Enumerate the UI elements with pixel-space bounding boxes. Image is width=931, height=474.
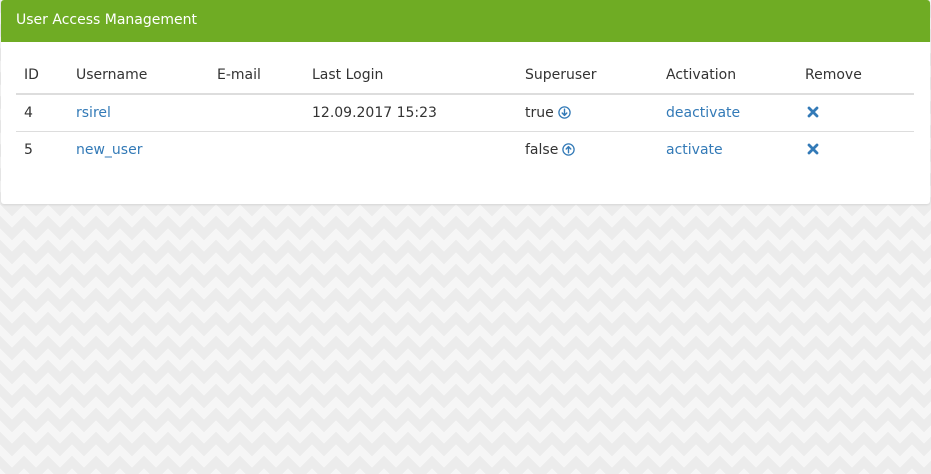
users-table: ID Username E-mail Last Login Superuser … <box>16 57 914 168</box>
column-header-username: Username <box>68 57 209 95</box>
username-cell: new_user <box>68 132 209 169</box>
email-cell <box>209 132 304 169</box>
table-row: 4 rsirel 12.09.2017 15:23 true deactivat… <box>16 94 914 132</box>
column-header-email: E-mail <box>209 57 304 95</box>
remove-x-icon[interactable] <box>807 143 819 155</box>
table-row: 5 new_user false activate <box>16 132 914 169</box>
remove-cell <box>797 94 914 132</box>
remove-x-icon[interactable] <box>807 106 819 118</box>
username-link[interactable]: new_user <box>76 142 142 158</box>
activation-cell: deactivate <box>658 94 797 132</box>
activation-cell: activate <box>658 132 797 169</box>
user-access-panel: User Access Management ID Username E-mai… <box>1 0 930 204</box>
email-cell <box>209 94 304 132</box>
deactivate-link[interactable]: deactivate <box>666 105 740 121</box>
column-header-remove: Remove <box>797 57 914 95</box>
user-id-cell: 4 <box>16 94 68 132</box>
last-login-cell <box>304 132 517 169</box>
superuser-cell: false <box>517 132 658 169</box>
arrow-circle-down-icon[interactable] <box>557 106 571 119</box>
user-id-cell: 5 <box>24 142 33 158</box>
remove-cell <box>797 132 914 169</box>
superuser-value: false <box>525 142 559 158</box>
username-link[interactable]: rsirel <box>76 105 111 121</box>
column-header-last-login: Last Login <box>304 57 517 95</box>
activate-link[interactable]: activate <box>666 142 723 158</box>
column-header-activation: Activation <box>658 57 797 95</box>
superuser-cell: true <box>517 94 658 132</box>
username-cell: rsirel <box>68 94 209 132</box>
column-header-id: ID <box>16 57 68 95</box>
column-header-superuser: Superuser <box>517 57 658 95</box>
arrow-circle-up-icon[interactable] <box>562 143 576 156</box>
panel-title: User Access Management <box>1 0 930 42</box>
superuser-value: true <box>525 105 554 121</box>
table-header-row: ID Username E-mail Last Login Superuser … <box>16 57 914 95</box>
last-login-cell: 12.09.2017 15:23 <box>304 94 517 132</box>
